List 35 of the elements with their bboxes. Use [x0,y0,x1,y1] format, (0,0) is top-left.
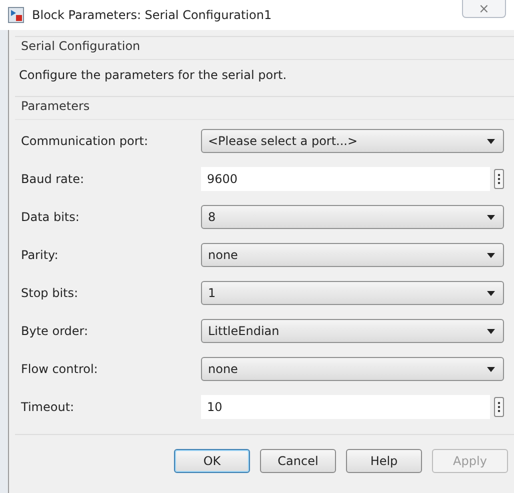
dropdown[interactable]: 8 [201,205,504,229]
input-field[interactable]: 10 [201,395,490,419]
input-field[interactable]: 9600 [201,167,490,191]
dialog-button[interactable]: Help [346,449,422,473]
caret-icon [487,328,495,334]
field-label: Byte order: [21,324,90,338]
window-title: Block Parameters: Serial Configuration1 [32,8,273,22]
field-label: Stop bits: [21,286,80,300]
group-title: Serial Configuration [20,38,142,55]
close-button[interactable]: ⨯ [462,0,506,18]
caret-icon [487,214,495,220]
field-label: Baud rate: [21,172,86,186]
more-icon [497,173,501,185]
more-icon [497,401,501,413]
dropdown[interactable]: none [201,357,504,381]
description-text: Configure the parameters for the serial port. [15,59,514,90]
dialog-button[interactable]: Cancel [260,449,336,473]
field-label: Data bits: [21,210,80,224]
app-icon [8,7,24,23]
dropdown[interactable]: LittleEndian [201,319,504,343]
more-button[interactable] [494,169,504,189]
caret-icon [487,138,495,144]
field-label: Communication port: [21,134,150,148]
caret-icon [487,366,495,372]
caret-icon [487,252,495,258]
group-title: Parameters [20,98,91,115]
dropdown[interactable]: 1 [201,281,504,305]
dialog-button[interactable]: OK [174,449,250,473]
caret-icon [487,290,495,296]
field-label: Timeout: [21,400,76,414]
more-button[interactable] [494,397,504,417]
dropdown[interactable]: none [201,243,504,267]
field-label: Flow control: [21,362,99,376]
dropdown[interactable]: <Please select a port...> [201,129,504,153]
field-label: Parity: [21,248,60,262]
